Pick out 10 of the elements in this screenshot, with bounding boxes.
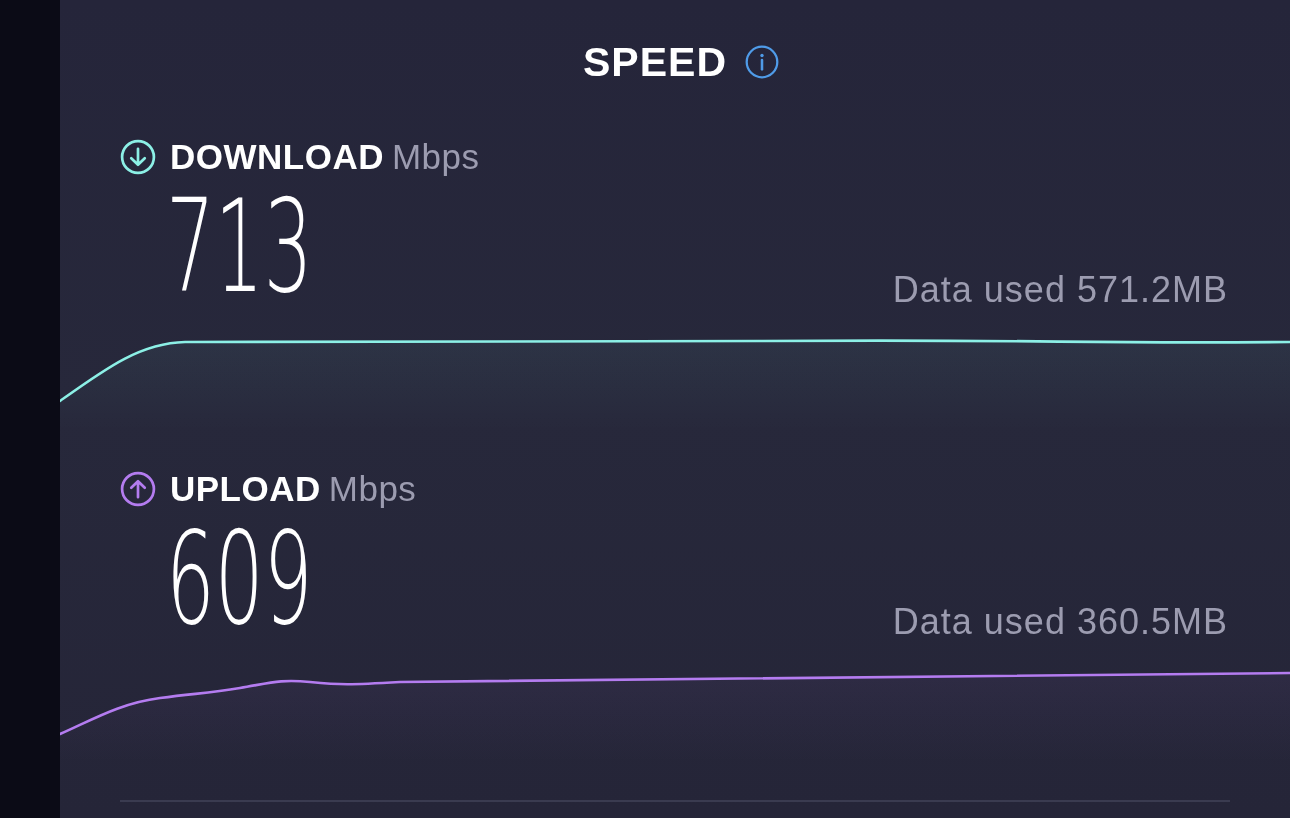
data-used-text: Data used 571.2MB [892,270,1228,310]
unit-label: Mbps [391,137,480,177]
metric-label: DOWNLOAD [170,137,384,177]
info-icon[interactable] [745,45,779,79]
data-used-text: Data used 360.5MB [892,602,1228,642]
unit-label: Mbps [328,469,417,509]
section-title: SPEED [583,38,727,87]
metric-label: UPLOAD [170,469,321,509]
speed-value: 713 [166,197,313,297]
speed-value: 609 [166,529,313,629]
